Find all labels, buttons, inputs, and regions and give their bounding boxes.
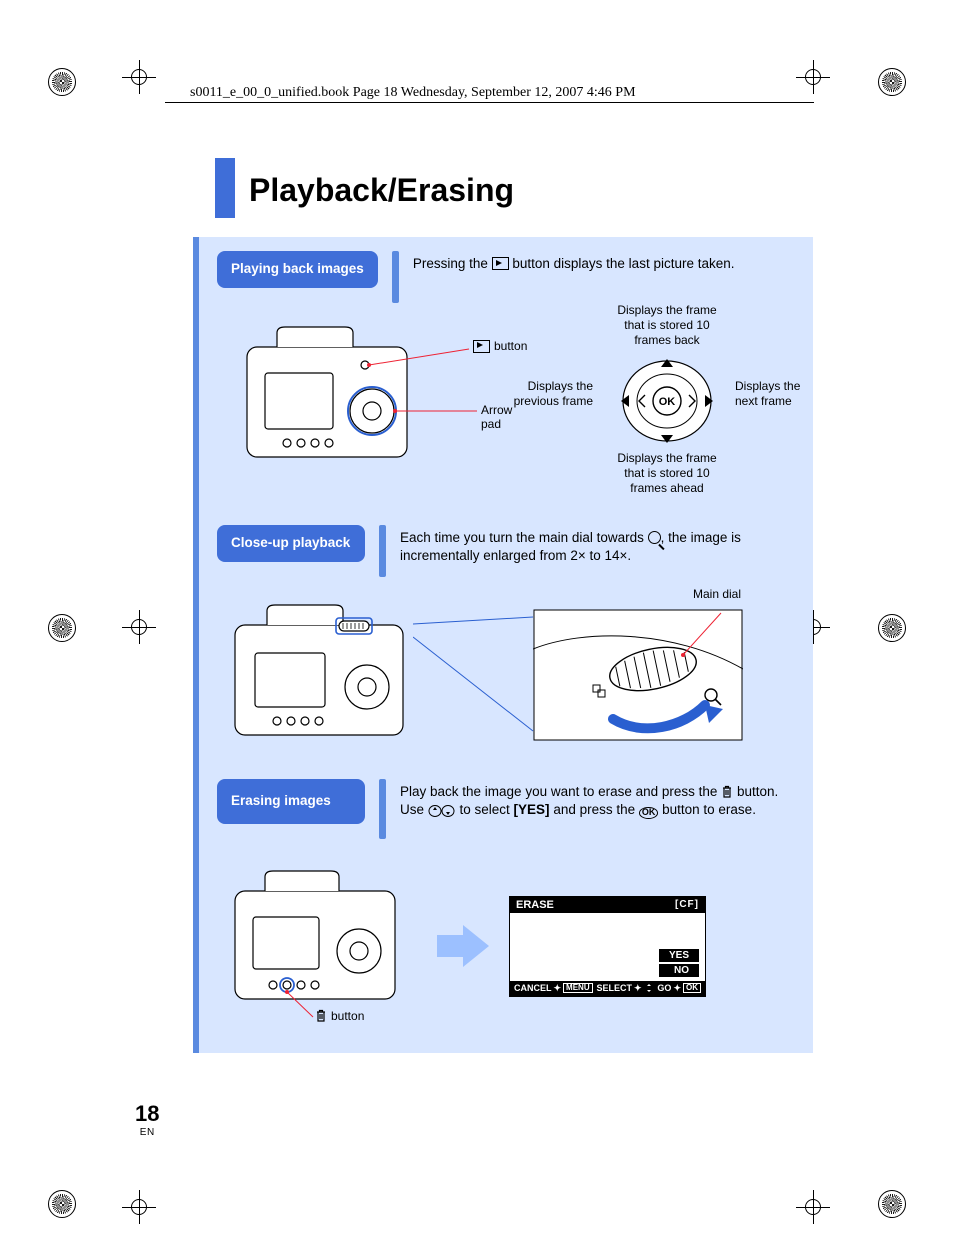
- section-text-playback: Pressing the button displays the last pi…: [413, 251, 801, 273]
- print-registration-mark: [48, 614, 76, 642]
- print-registration-mark: [48, 1190, 76, 1218]
- print-registration-mark: [48, 68, 76, 96]
- arrow-pad-diagram: OK: [507, 313, 807, 513]
- section-accent-bar: [392, 251, 399, 303]
- print-crosshair: [796, 60, 830, 94]
- section-text-closeup: Each time you turn the main dial towards…: [400, 525, 801, 565]
- trash-icon: [721, 785, 733, 799]
- hint-select: SELECT✦: [596, 983, 653, 994]
- print-crosshair: [122, 1190, 156, 1224]
- play-icon: [492, 257, 509, 270]
- callout-main-dial: Main dial: [693, 587, 741, 601]
- ok-icon: OK: [639, 807, 659, 819]
- arrow-right-icon: [433, 921, 493, 971]
- page-number: 18 EN: [135, 1101, 159, 1138]
- section-text-erase: Play back the image you want to erase an…: [400, 779, 801, 819]
- up-down-icon: [428, 804, 456, 818]
- card-indicator: [CF]: [675, 899, 699, 911]
- section-label-erase: Erasing images: [217, 779, 365, 824]
- page-title: Playback/Erasing: [215, 148, 813, 209]
- print-registration-mark: [878, 68, 906, 96]
- hint-go: GO✦OK: [657, 983, 701, 994]
- camera-back-diagram: [217, 591, 427, 751]
- hint-cancel: CANCEL✦MENU: [514, 983, 593, 994]
- section-label-playback: Playing back images: [217, 251, 378, 288]
- header-filename: s0011_e_00_0_unified.book Page 18 Wednes…: [190, 85, 636, 101]
- option-yes: YES: [659, 949, 699, 962]
- erase-confirm-screen: ERASE [CF] YES NO CANCEL✦MENU SELECT✦ GO✦…: [509, 896, 706, 997]
- section-label-closeup: Close-up playback: [217, 525, 365, 562]
- print-registration-mark: [878, 1190, 906, 1218]
- print-registration-mark: [878, 614, 906, 642]
- ok-label: OK: [659, 396, 676, 408]
- magnifier-icon: [648, 531, 661, 544]
- callout-trash-button: button: [315, 1009, 364, 1023]
- camera-back-diagram: button Arrow pad: [217, 313, 507, 483]
- section-accent-bar: [379, 779, 386, 839]
- title-accent-bar: [215, 158, 235, 218]
- camera-back-diagram: button: [217, 861, 417, 1031]
- play-icon: [473, 340, 490, 353]
- section-accent-bar: [379, 525, 386, 577]
- header-rule: [165, 102, 814, 103]
- option-no: NO: [659, 964, 699, 977]
- trash-icon: [315, 1009, 327, 1023]
- main-dial-inset: [533, 609, 743, 749]
- erase-title: ERASE: [516, 899, 554, 911]
- print-crosshair: [796, 1190, 830, 1224]
- print-crosshair: [122, 60, 156, 94]
